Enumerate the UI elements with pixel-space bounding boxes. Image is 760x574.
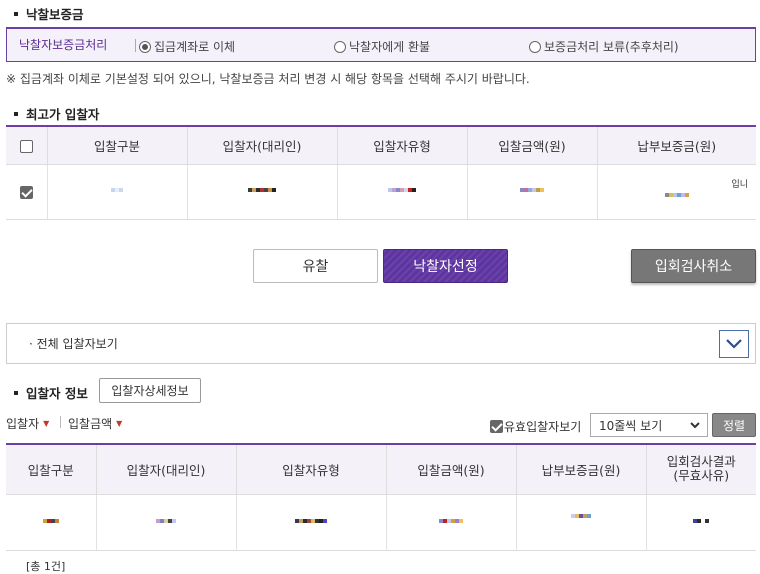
- cell-review-result: [645, 494, 756, 551]
- redacted-value: [42, 518, 59, 527]
- header-bidder-type: 입찰자유형: [336, 125, 467, 165]
- fail-bid-button[interactable]: 유찰: [253, 249, 378, 283]
- header-bidder: 입찰자(대리인): [95, 443, 236, 495]
- bidder-info-table: 입찰구분 입찰자(대리인) 입찰자유형 입찰금액(원) 납부보증금(원) 입회검…: [6, 443, 756, 551]
- table-row[interactable]: 입니: [6, 164, 756, 220]
- cell-deposit-paid: 입니: [596, 164, 756, 220]
- redacted-value: [693, 518, 710, 527]
- radio-hold-deposit[interactable]: 보증금처리 보류(추후처리): [529, 38, 679, 55]
- bullet-icon: [14, 111, 18, 116]
- all-bidders-label: · 전체 입찰자보기: [29, 337, 118, 351]
- sort-divider: [60, 416, 61, 428]
- valid-bidders-checkbox[interactable]: [490, 420, 503, 433]
- row-checkbox[interactable]: [19, 185, 33, 199]
- header-review-result: 입회검사결과 (무효사유): [645, 443, 756, 495]
- header-deposit-paid: 납부보증금(원): [596, 125, 756, 165]
- chevron-down-icon: [690, 422, 700, 429]
- row-select-cell: [6, 164, 47, 220]
- deposit-cell-fragment: 입니: [731, 179, 748, 190]
- radio-refund-label: 낙찰자에게 환불: [349, 40, 431, 54]
- redacted-value: [248, 188, 276, 196]
- bullet-icon: [14, 11, 18, 16]
- radio-transfer-label: 집금계좌로 이체: [154, 40, 236, 54]
- header-bid-amount: 입찰금액(원): [466, 125, 597, 165]
- header-bid-type: 입찰구분: [6, 443, 96, 495]
- page-size-select[interactable]: 10줄씩 보기: [590, 413, 708, 437]
- redacted-value: [520, 188, 544, 196]
- all-bidders-label-text: 전체 입찰자보기: [36, 337, 118, 351]
- table-row[interactable]: [6, 494, 756, 551]
- deposit-section-title-text: 낙찰보증금: [26, 7, 84, 22]
- header-bid-amount: 입찰금액(원): [385, 443, 516, 495]
- sort-bidder-label: 입찰자: [6, 417, 40, 431]
- redacted-value: [111, 188, 123, 196]
- cell-bidder: [186, 164, 337, 220]
- cell-bidder-type: [336, 164, 467, 220]
- chevron-down-icon: [726, 339, 742, 349]
- select-winner-button[interactable]: 낙찰자선정: [383, 249, 508, 283]
- select-all-checkbox[interactable]: [19, 139, 33, 153]
- cancel-review-button[interactable]: 입회검사취소: [631, 249, 756, 283]
- header-bid-type: 입찰구분: [46, 125, 187, 165]
- expand-toggle-button[interactable]: [719, 330, 749, 358]
- sort-amount-label: 입찰금액: [68, 417, 113, 431]
- valid-bidders-toggle[interactable]: 유효입찰자보기: [490, 418, 581, 435]
- cell-bid-amount: [385, 494, 516, 551]
- valid-bidders-label: 유효입찰자보기: [504, 420, 582, 434]
- redacted-value: [295, 518, 327, 527]
- sort-by-amount[interactable]: 입찰금액 ▼: [68, 415, 122, 432]
- radio-icon[interactable]: [529, 40, 541, 53]
- page-size-value: 10줄씩 보기: [599, 418, 663, 433]
- radio-icon-selected[interactable]: [139, 40, 151, 53]
- top-bidder-section-title-text: 최고가 입찰자: [26, 107, 100, 122]
- sort-by-bidder[interactable]: 입찰자 ▼: [6, 415, 49, 432]
- deposit-handling-box: 낙찰자보증금처리 집금계좌로 이체 낙찰자에게 환불 보증금처리 보류(추후처리…: [6, 27, 756, 62]
- cell-deposit-paid: [515, 494, 646, 551]
- bidder-info-section-title-text: 입찰자 정보: [26, 386, 88, 401]
- radio-refund-to-winner[interactable]: 낙찰자에게 환불: [334, 38, 430, 55]
- cell-bid-amount: [466, 164, 597, 220]
- redacted-value: [439, 518, 463, 527]
- redacted-value: [388, 188, 416, 196]
- header-bidder-type: 입찰자유형: [235, 443, 386, 495]
- redacted-value: [664, 193, 689, 201]
- top-bidder-table: 입찰구분 입찰자(대리인) 입찰자유형 입찰금액(원) 납부보증금(원) 입니: [6, 125, 756, 220]
- deposit-section-title: 낙찰보증금: [14, 4, 84, 23]
- sort-arrow-icon: ▼: [116, 419, 123, 428]
- header-bidder: 입찰자(대리인): [186, 125, 337, 165]
- bidder-detail-button[interactable]: 입찰자상세정보: [99, 378, 201, 403]
- total-count: [총 1건]: [26, 560, 66, 573]
- top-bidder-section-title: 최고가 입찰자: [14, 104, 99, 123]
- deposit-notice: ※ 집금계좌 이체로 기본설정 되어 있으니, 낙찰보증금 처리 변경 시 해당…: [6, 72, 530, 86]
- radio-transfer-to-account[interactable]: 집금계좌로 이체: [139, 38, 235, 55]
- sort-button[interactable]: 정렬: [712, 413, 756, 437]
- cell-bid-type: [6, 494, 96, 551]
- select-all-header: [6, 125, 47, 165]
- cell-bidder-type: [235, 494, 386, 551]
- redacted-value: [571, 514, 591, 530]
- deposit-handling-label: 낙찰자보증금처리: [19, 38, 136, 52]
- radio-icon[interactable]: [334, 40, 346, 53]
- cell-bidder: [95, 494, 236, 551]
- bidder-info-section-title: 입찰자 정보: [14, 383, 88, 402]
- cell-bid-type: [46, 164, 187, 220]
- redacted-value: [156, 518, 176, 527]
- sort-arrow-icon: ▼: [43, 419, 50, 428]
- header-deposit-paid: 납부보증금(원): [515, 443, 646, 495]
- bullet-icon: [14, 390, 18, 395]
- radio-hold-label: 보증금처리 보류(추후처리): [544, 40, 679, 54]
- all-bidders-panel[interactable]: · 전체 입찰자보기: [6, 323, 756, 364]
